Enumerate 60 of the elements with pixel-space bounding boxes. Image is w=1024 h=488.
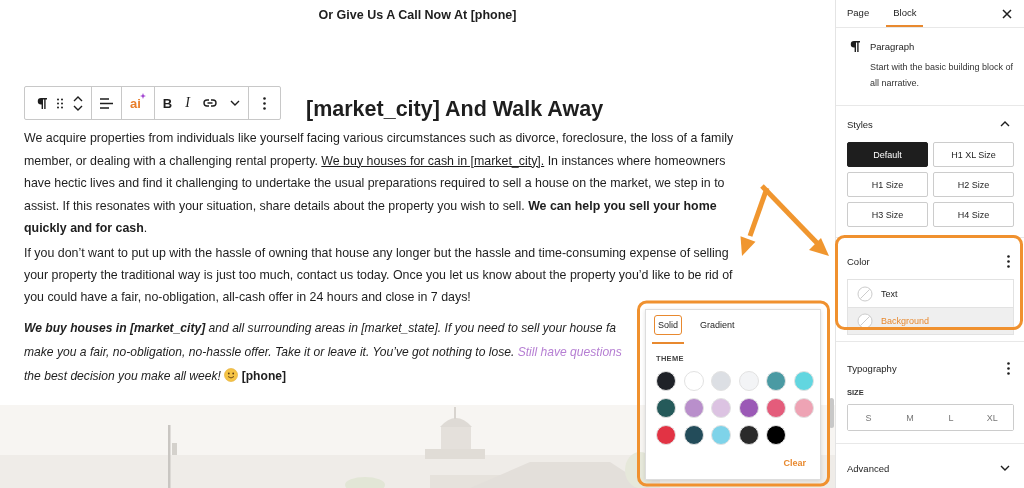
heading: [market_city] And Walk Away (306, 96, 604, 122)
bold-button[interactable]: B (162, 95, 173, 111)
color-swatch[interactable] (793, 371, 814, 391)
move-down-icon[interactable] (73, 104, 83, 111)
color-swatch[interactable] (656, 425, 676, 445)
color-swatch[interactable] (766, 371, 786, 391)
color-swatch[interactable] (711, 371, 731, 391)
sparkle-icon (139, 92, 146, 99)
color-swatch[interactable] (793, 398, 814, 418)
style-option[interactable]: H1 XL Size (933, 142, 1014, 167)
smiley-icon (224, 367, 239, 382)
color-swatch[interactable] (766, 425, 786, 445)
sidebar-tab[interactable]: Block (886, 0, 924, 27)
color-swatch[interactable] (738, 398, 759, 418)
more-options-icon[interactable] (262, 96, 266, 110)
color-swatch[interactable] (738, 425, 759, 445)
block-description: Start with the basic building block of all narrative. (870, 61, 1014, 90)
paragraph-block-icon (37, 96, 47, 110)
more-options-icon[interactable] (1007, 361, 1010, 375)
sidebar-tab[interactable]: Page (840, 0, 877, 27)
block-title: Paragraph (870, 40, 916, 53)
style-option[interactable]: H3 Size (847, 202, 928, 227)
color-swatch[interactable] (656, 398, 676, 418)
style-option[interactable]: H2 Size (933, 172, 1014, 197)
text-link[interactable]: We buy houses for cash in [market_city]. (321, 153, 545, 168)
link-icon[interactable] (202, 99, 217, 107)
color-swatch[interactable] (683, 398, 704, 418)
style-option[interactable]: H4 Size (933, 202, 1014, 227)
color-swatch[interactable] (766, 398, 786, 418)
move-up-icon[interactable] (73, 95, 83, 102)
paragraph-icon (850, 40, 860, 53)
page-heading-text: Or Give Us A Call Now At [phone] (318, 8, 517, 22)
style-option[interactable]: Default (847, 142, 928, 167)
picker-tab[interactable]: Gradient (694, 310, 741, 344)
section-title: Typography (847, 362, 897, 374)
collapse-icon[interactable] (1000, 121, 1010, 127)
color-swatch[interactable] (656, 371, 676, 391)
color-swatch[interactable] (683, 371, 704, 391)
picker-tab[interactable]: Solid (652, 310, 684, 344)
color-swatch[interactable] (711, 398, 731, 418)
close-icon[interactable] (1002, 8, 1012, 19)
scrollbar[interactable] (829, 398, 834, 428)
no-color-icon (857, 285, 873, 302)
more-options-icon[interactable] (1007, 254, 1010, 268)
color-swatch[interactable] (683, 425, 704, 445)
color-swatch[interactable] (711, 425, 731, 445)
more-formats-icon[interactable] (229, 100, 240, 106)
paragraph: We buy houses in [market_city] and all surrounding areas in [market_state]. If you need to sell your house fa make you a fair, no-obligation, no-hassle offer. Take it or leave it. You’ve got nothing to lose. Still have questions the best decision you make all week! [phone] (24, 319, 622, 385)
no-color-icon (857, 313, 873, 329)
paragraph: We acquire properties from individuals like yourself facing various circumstances such as divorce, foreclosure, the loss of a family member, or dealing with a challenging rental property. We buy houses for cash in [market_city]. In instances where homeowners have hectic lives and find it challenging to undertake the usual preparations required to sell a house on the market, we step in to assist. If this resonates with your situation, share details about the property you wish to sell. We can help you sell your home quickly and for cash. (24, 130, 734, 237)
color-swatch[interactable] (738, 371, 759, 391)
section-title: Advanced (847, 462, 890, 474)
expand-icon[interactable] (1000, 465, 1010, 471)
drag-handle-icon[interactable] (57, 97, 63, 109)
section-title: Color (847, 255, 870, 267)
section-title: Styles (847, 118, 873, 130)
paragraph: If you don’t want to put up with the hassle of owning that house any longer but the hassle and time-consuming expense of selling your property the traditional way is just too much, contact us today. Once you let us know about the property you’d like to be rid of you could have a fair, no-obligation, all-cash offer in 24 hours and close in 7 days! (24, 244, 733, 306)
italic-button[interactable]: I (185, 95, 190, 111)
align-left-icon[interactable] (100, 97, 113, 109)
style-option[interactable]: H1 Size (847, 172, 928, 197)
